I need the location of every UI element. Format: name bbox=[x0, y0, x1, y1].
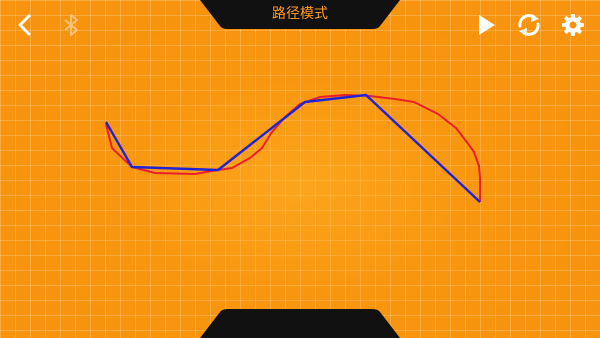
settings-button[interactable] bbox=[559, 11, 587, 39]
bottom-tab bbox=[200, 309, 400, 338]
play-icon bbox=[479, 15, 495, 35]
play-button[interactable] bbox=[472, 11, 500, 39]
path-drawing-canvas[interactable]: 路径模式 bbox=[0, 0, 600, 338]
bluetooth-button[interactable] bbox=[57, 11, 85, 39]
gear-icon bbox=[562, 14, 584, 36]
bluetooth-icon bbox=[64, 14, 78, 36]
back-button[interactable] bbox=[11, 11, 39, 39]
title-tab: 路径模式 bbox=[200, 0, 400, 29]
page-title: 路径模式 bbox=[272, 6, 328, 22]
reset-path-button[interactable] bbox=[515, 11, 543, 39]
path-layer bbox=[104, 93, 481, 203]
refresh-icon bbox=[518, 14, 540, 36]
fitted-path bbox=[104, 93, 481, 203]
chevron-left-icon bbox=[18, 14, 31, 36]
